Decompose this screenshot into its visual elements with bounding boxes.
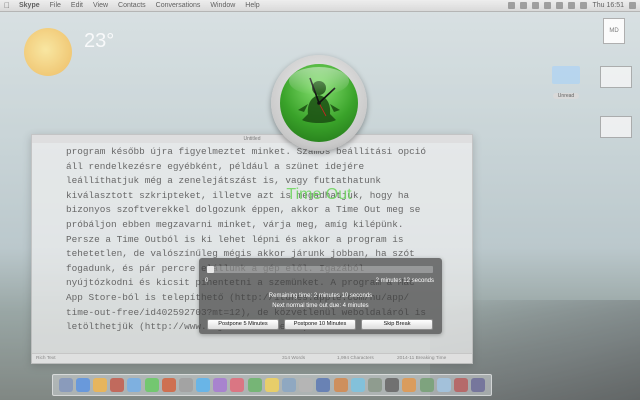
clock-glare — [289, 67, 349, 95]
timeout-meditation-icon — [271, 55, 367, 151]
postpone-10-minutes-button[interactable]: Postpone 10 Minutes — [284, 319, 356, 330]
break-panel: 0 2 minutes 12 seconds Remaining time: 2… — [199, 258, 442, 334]
postpone-5-minutes-button[interactable]: Postpone 5 Minutes — [207, 319, 279, 330]
break-buttons: Postpone 5 Minutes Postpone 10 Minutes S… — [207, 319, 433, 330]
timeout-title: Time Out — [286, 186, 352, 203]
progress-end-label: 2 minutes 12 seconds — [375, 278, 434, 284]
break-progress-fill — [207, 266, 214, 273]
remaining-time-text: Remaining time: 2 minutes 10 seconds — [268, 293, 373, 299]
skip-break-button[interactable]: Skip Break — [361, 319, 433, 330]
progress-start-label: 0 — [205, 278, 209, 284]
break-progress-bar — [207, 266, 433, 273]
next-timeout-text: Next normal time out due: 4 minutes — [272, 303, 369, 309]
